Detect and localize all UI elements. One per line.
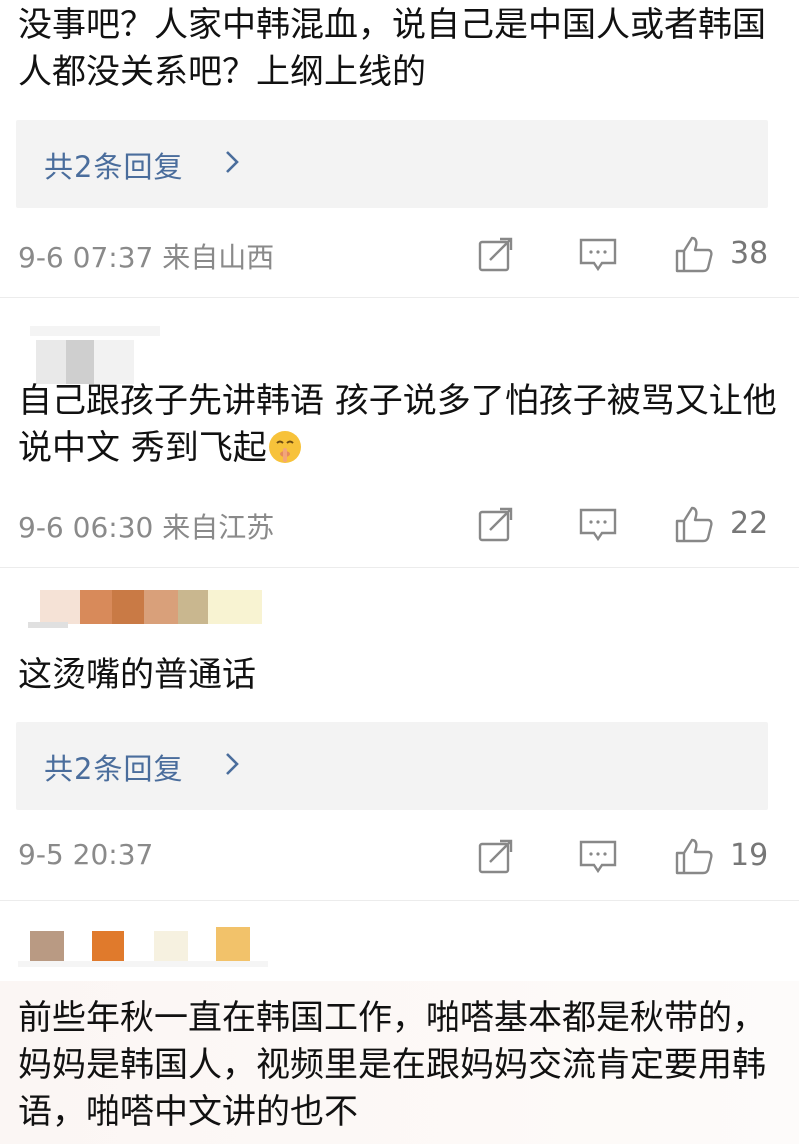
comment-item: 前些年秋一直在韩国工作，啪嗒基本都是秋带的，妈妈是韩国人，视频里是在跟妈妈交流肯… [0,901,799,1144]
like-count: 19 [730,838,769,873]
comment-item: 自己跟孩子先讲韩语 孩子说多了怕孩子被骂又让他说中文 秀到飞起 9-6 06:3… [0,298,799,566]
comment-text: 自己跟孩子先讲韩语 孩子说多了怕孩子被骂又让他说中文 秀到飞起 [18,381,777,468]
like-count: 38 [730,236,769,271]
comment-icon[interactable] [578,836,618,876]
comment-meta: 9-6 07:37 来自山西 38 [18,234,778,274]
comment-item: 这烫嘴的普通话 共2条回复 9-5 20:37 19 [0,568,799,900]
share-icon[interactable] [476,836,516,876]
comment-text: 前些年秋一直在韩国工作，啪嗒基本都是秋带的，妈妈是韩国人，视频里是在跟妈妈交流肯… [18,998,766,1132]
comment-time: 9-6 06:30 来自江苏 [18,511,275,544]
comment-time: 9-6 07:37 来自山西 [18,241,275,274]
thumbs-up-icon[interactable] [674,836,714,876]
like-count: 22 [730,506,769,541]
comment-item: 没事吧？人家中韩混血，说自己是中国人或者韩国人都没关系吧？上纲上线的 共2条回复… [0,0,799,297]
comment-time: 9-5 20:37 [18,838,154,871]
shushing-face-icon [268,431,301,463]
comment-icon[interactable] [578,234,618,274]
view-replies-button[interactable]: 共2条回复 [16,120,768,208]
comment-icon[interactable] [578,504,618,544]
comment-meta: 9-6 06:30 来自江苏 22 [18,504,778,544]
chevron-right-icon [226,753,239,775]
thumbs-up-icon[interactable] [674,504,714,544]
avatar[interactable] [18,927,268,971]
share-icon[interactable] [476,504,516,544]
reply-summary: 共2条回复 [44,752,184,786]
avatar[interactable] [30,326,160,386]
share-icon[interactable] [476,234,516,274]
comment-text: 这烫嘴的普通话 [18,655,256,695]
avatar[interactable] [20,590,270,632]
view-replies-button[interactable]: 共2条回复 [16,722,768,810]
chevron-right-icon [226,151,239,173]
reply-summary: 共2条回复 [44,150,184,184]
comment-meta: 9-5 20:37 19 [18,836,778,876]
thumbs-up-icon[interactable] [674,234,714,274]
comment-text: 没事吧？人家中韩混血，说自己是中国人或者韩国人都没关系吧？上纲上线的 [18,5,766,92]
